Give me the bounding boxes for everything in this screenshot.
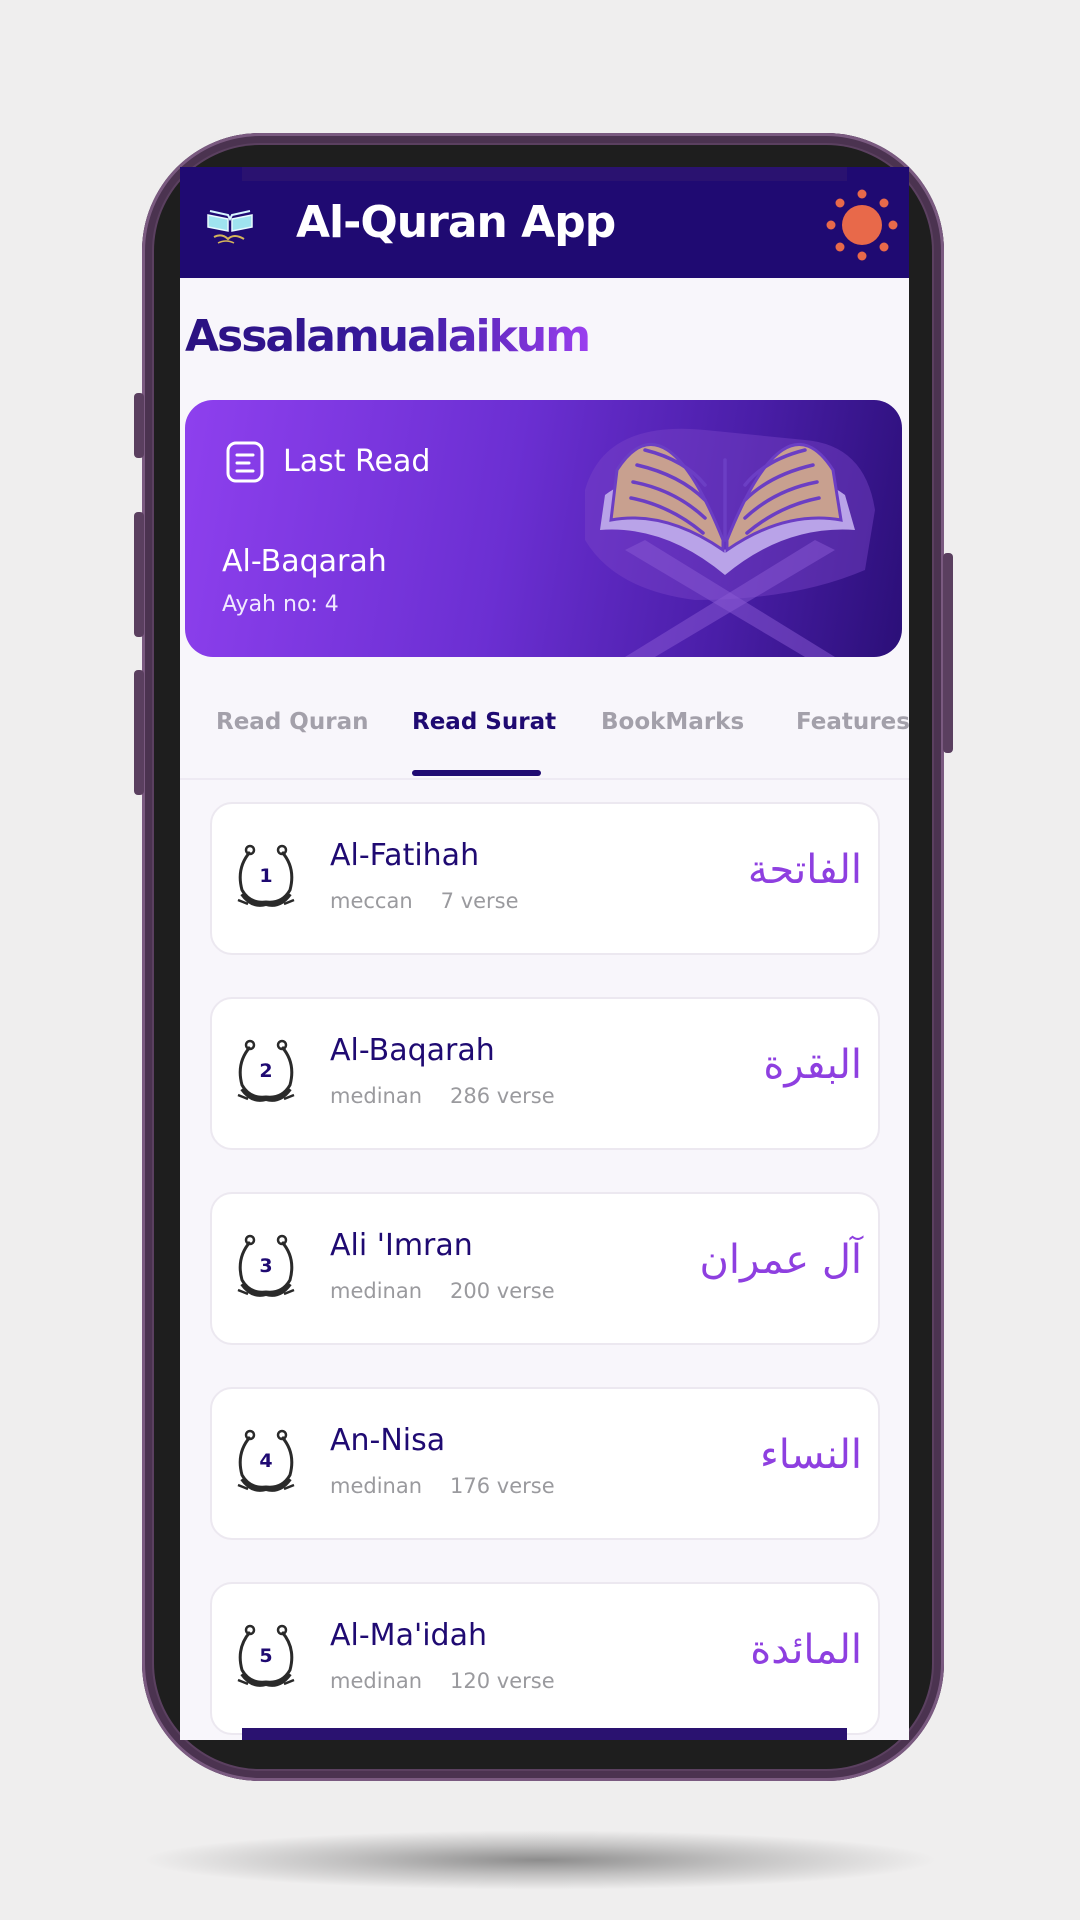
active-tab-indicator (412, 770, 541, 776)
app-screen: Al-Quran App Assalamualaikum Last Read A… (180, 167, 909, 1740)
tab-read-surat[interactable]: Read Surat (412, 702, 556, 742)
surah-type: medinan (330, 1084, 423, 1108)
surah-type: medinan (330, 1474, 423, 1498)
surah-verses: 286 verse (450, 1084, 555, 1108)
quran-logo-icon[interactable] (204, 197, 256, 249)
surah-type: medinan (330, 1279, 423, 1303)
surah-meta: medinan 120 verse (330, 1666, 555, 1696)
surah-verses: 200 verse (450, 1279, 555, 1303)
surah-list-item[interactable]: 5 Al-Ma'idah medinan 120 verse المائدة (210, 1582, 880, 1735)
surah-verses: 7 verse (440, 889, 519, 913)
home-indicator-strip (242, 1728, 847, 1740)
surah-list-item[interactable]: 2 Al-Baqarah medinan 286 verse البقرة (210, 997, 880, 1150)
surah-arabic-name: النساء (759, 1432, 862, 1478)
last-read-label: Last Read (283, 444, 431, 479)
status-strip (242, 167, 847, 181)
surah-arabic-name: المائدة (750, 1627, 862, 1673)
sun-icon[interactable] (826, 189, 898, 261)
surah-arabic-name: الفاتحة (747, 847, 862, 893)
phone-shadow (140, 1830, 940, 1890)
surah-number: 2 (259, 1060, 273, 1082)
app-bar: Al-Quran App (180, 167, 909, 278)
side-button-power (943, 553, 953, 753)
last-read-ayah: Ayah no: 4 (222, 592, 339, 617)
surah-verses: 120 verse (450, 1669, 555, 1693)
tab-bar: Read Quran Read Surat BookMarks Features (180, 682, 909, 780)
side-button-volume-up (134, 512, 144, 637)
surah-verses: 176 verse (450, 1474, 555, 1498)
open-book-illustration (585, 428, 875, 657)
surah-number: 4 (259, 1450, 273, 1472)
surah-meta: medinan 200 verse (330, 1276, 555, 1306)
surah-number: 3 (259, 1255, 273, 1277)
surah-arabic-name: البقرة (763, 1042, 862, 1088)
greeting-title: Assalamualaikum (185, 309, 591, 365)
last-read-surah: Al-Baqarah (222, 544, 387, 579)
surah-name: Al-Baqarah (330, 1033, 495, 1068)
surah-number: 1 (259, 865, 273, 887)
surah-arabic-name: آل عمران (699, 1237, 862, 1283)
surah-meta: medinan 176 verse (330, 1471, 555, 1501)
last-read-card[interactable]: Last Read Al-Baqarah Ayah no: 4 (185, 400, 902, 657)
surah-meta: meccan 7 verse (330, 886, 519, 916)
surah-list-item[interactable]: 1 Al-Fatihah meccan 7 verse الفاتحة (210, 802, 880, 955)
surah-number: 5 (259, 1645, 273, 1667)
surah-list-item[interactable]: 4 An-Nisa medinan 176 verse النساء (210, 1387, 880, 1540)
bookmark-icon (226, 441, 264, 483)
surah-meta: medinan 286 verse (330, 1081, 555, 1111)
surah-type: medinan (330, 1669, 423, 1693)
tab-bookmarks[interactable]: BookMarks (601, 702, 744, 742)
surah-name: Al-Ma'idah (330, 1618, 487, 1653)
surah-type: meccan (330, 889, 413, 913)
side-button-mute (134, 393, 144, 458)
side-button-volume-down (134, 670, 144, 795)
surah-name: Al-Fatihah (330, 838, 480, 873)
tab-features[interactable]: Features (796, 702, 909, 742)
surah-list-item[interactable]: 3 Ali 'Imran medinan 200 verse آل عمران (210, 1192, 880, 1345)
tab-read-quran[interactable]: Read Quran (216, 702, 368, 742)
surah-name: An-Nisa (330, 1423, 446, 1458)
app-title: Al-Quran App (296, 197, 616, 248)
surah-name: Ali 'Imran (330, 1228, 473, 1263)
